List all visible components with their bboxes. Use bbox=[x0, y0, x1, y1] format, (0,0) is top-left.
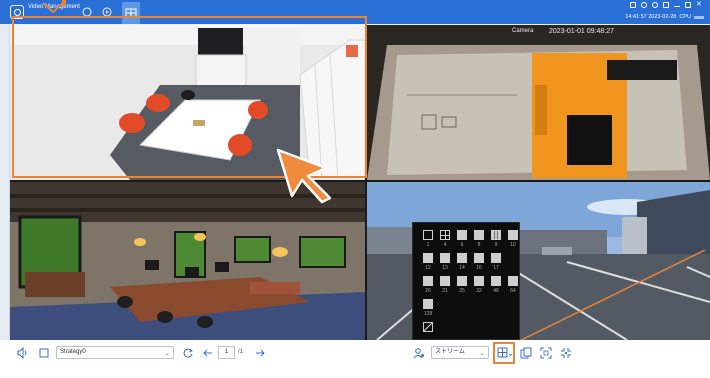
prev-page-icon[interactable] bbox=[202, 347, 214, 359]
audio-icon[interactable] bbox=[16, 347, 28, 359]
page-number-input[interactable]: 1 bbox=[218, 346, 235, 359]
status-line: 14:41:57 2023-02-28 CPU bbox=[625, 14, 704, 20]
layout-32-icon bbox=[474, 276, 484, 286]
layout-option-17[interactable]: 17 bbox=[486, 252, 508, 273]
layout-25-icon bbox=[457, 276, 467, 286]
layout-64-icon bbox=[508, 276, 518, 286]
cpu-label: CPU bbox=[679, 14, 691, 20]
annotation-connector-line bbox=[508, 249, 706, 347]
layout-14-icon bbox=[457, 253, 467, 263]
maximize-icon[interactable] bbox=[685, 2, 691, 8]
layout-10-icon bbox=[508, 230, 518, 240]
strategy-select[interactable]: Strategy0 ⌄ bbox=[56, 346, 174, 359]
layout-48-icon bbox=[491, 276, 501, 286]
next-page-icon[interactable] bbox=[254, 347, 266, 359]
video-tile-warehouse-box[interactable]: Camera 2023-01-01 09:48:27 bbox=[367, 25, 710, 180]
layout-12-icon bbox=[423, 253, 433, 263]
settings-icon[interactable] bbox=[652, 2, 658, 8]
chevron-down-icon: ⌄ bbox=[164, 350, 170, 357]
user-settings-icon[interactable] bbox=[413, 347, 425, 359]
layout-1-icon bbox=[423, 230, 433, 240]
layout-64-label: 64 bbox=[510, 288, 516, 294]
app-logo-icon bbox=[10, 5, 24, 19]
refresh-icon[interactable] bbox=[182, 347, 194, 359]
nav-tab-playback[interactable] bbox=[100, 4, 114, 20]
layout-8-icon bbox=[474, 230, 484, 240]
header-timestamp: 14:41:57 2023-02-28 bbox=[625, 14, 677, 20]
left-panel-strip[interactable] bbox=[0, 24, 10, 340]
title-bar: Video Management ✕ 14:41:57 2023-02-28 C… bbox=[0, 0, 710, 24]
layout-16-icon bbox=[474, 253, 484, 263]
minimize-icon[interactable] bbox=[674, 6, 680, 7]
close-icon[interactable]: ✕ bbox=[696, 1, 702, 8]
annotation-arrow-down bbox=[42, 0, 66, 14]
chevron-down-icon: ⌄ bbox=[479, 350, 485, 357]
layout-custom-icon bbox=[423, 322, 433, 332]
nav-tab-home[interactable] bbox=[80, 4, 94, 20]
record-icon[interactable] bbox=[641, 2, 647, 8]
lock-icon[interactable] bbox=[663, 2, 669, 8]
layout-9-icon bbox=[491, 230, 501, 240]
layout-10-label: 10 bbox=[510, 242, 516, 248]
layout-option-custom[interactable] bbox=[418, 321, 440, 342]
layout-4-icon bbox=[440, 230, 450, 240]
stream-select-value: ストリーム bbox=[435, 349, 465, 355]
layout-21-icon bbox=[440, 276, 450, 286]
layout-option-10[interactable]: 10 bbox=[503, 229, 525, 250]
fullscreen-icon[interactable] bbox=[540, 347, 552, 359]
cpu-usage-bar bbox=[694, 15, 704, 19]
layout-128-icon bbox=[423, 299, 433, 309]
camera-label: Camera bbox=[512, 28, 534, 34]
strategy-select-value: Strategy0 bbox=[60, 349, 86, 355]
nav-tab-live-view[interactable] bbox=[122, 2, 140, 24]
window-controls: ✕ bbox=[630, 1, 702, 11]
stream-select[interactable]: ストリーム ⌄ bbox=[431, 346, 489, 359]
exit-fullscreen-icon[interactable] bbox=[560, 347, 572, 359]
layout-13-icon bbox=[440, 253, 450, 263]
layout-17-label: 17 bbox=[493, 265, 499, 271]
layout-17-icon bbox=[491, 253, 501, 263]
layout-menu-popup: 1 4 6 8 9 10 12 13 14 16 17 20 21 25 32 … bbox=[412, 222, 520, 340]
layout-6-icon bbox=[457, 230, 467, 240]
page-total: /1 bbox=[238, 349, 244, 355]
video-tile-office[interactable] bbox=[10, 182, 365, 340]
layout-option-64[interactable]: 64 bbox=[503, 275, 525, 296]
cursor-arrow-icon bbox=[276, 148, 332, 204]
osd-timestamp: 2023-01-01 09:48:27 bbox=[549, 28, 614, 35]
layout-button[interactable] bbox=[497, 347, 513, 359]
layout-128-label: 128 bbox=[423, 311, 433, 317]
video-management-app: { "app": {"title": "Video Management"}, … bbox=[0, 0, 710, 378]
monitor-icon[interactable] bbox=[630, 2, 636, 8]
layout-option-128[interactable]: 128 bbox=[418, 298, 440, 319]
layout-20-icon bbox=[423, 276, 433, 286]
stop-all-icon[interactable] bbox=[38, 347, 50, 359]
sequence-icon[interactable] bbox=[520, 347, 532, 359]
